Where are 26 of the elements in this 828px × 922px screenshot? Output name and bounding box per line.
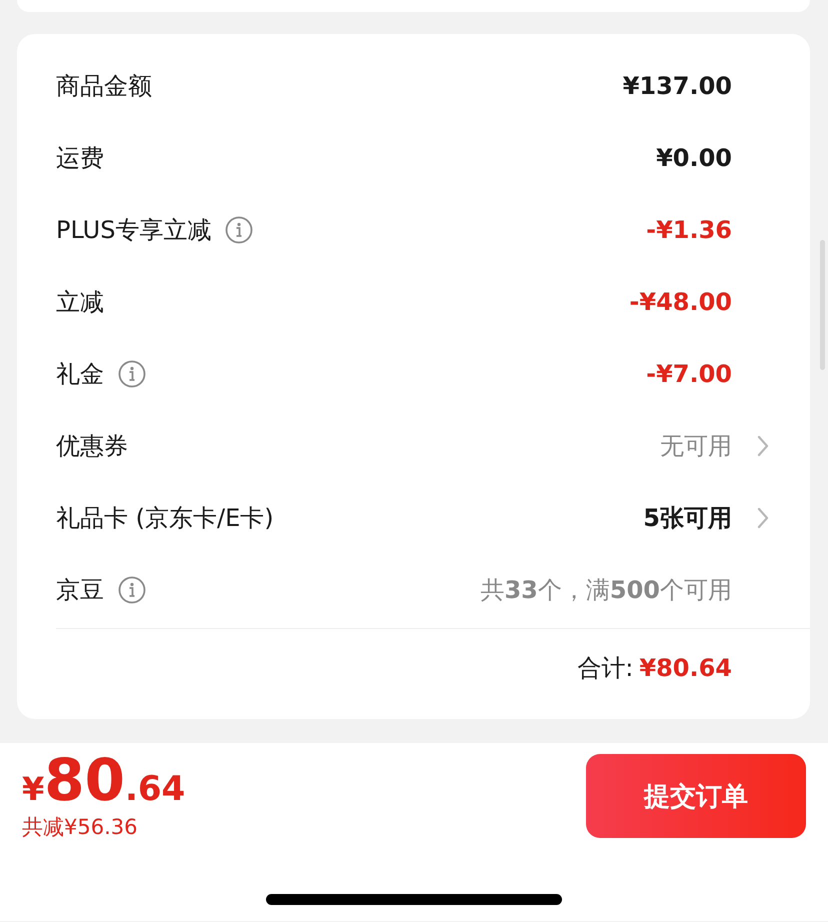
row-value: -¥48.00 <box>629 288 732 316</box>
row-label: 商品金额 <box>56 71 152 102</box>
info-icon[interactable] <box>118 576 146 604</box>
row-value: ¥137.00 <box>622 72 732 100</box>
row-value: -¥1.36 <box>646 216 732 244</box>
total-amount: ¥80.64 <box>639 654 732 682</box>
chevron-icon[interactable] <box>757 435 769 457</box>
total-label: 合计: <box>577 653 634 684</box>
row-label: 立减 <box>56 287 104 318</box>
row-value: -¥7.00 <box>646 360 732 388</box>
info-icon[interactable] <box>118 360 146 388</box>
row-label: 京豆 <box>56 575 104 606</box>
row-label: 礼品卡 (京东卡/E卡) <box>56 503 274 534</box>
savings-text: 共减¥56.36 <box>22 814 138 841</box>
row-value: ¥0.00 <box>656 144 732 172</box>
submit-order-button[interactable]: 提交订单 <box>586 754 806 838</box>
row-value: 5张可用 <box>643 503 732 534</box>
row-label: 运费 <box>56 143 104 174</box>
chevron-icon[interactable] <box>757 507 769 529</box>
info-icon[interactable] <box>225 216 254 244</box>
row-label: 礼金 <box>56 359 104 390</box>
row-value: 无可用 <box>660 431 732 462</box>
row-value: 共33个，满500个可用 <box>480 575 732 606</box>
row-label: PLUS专享立减 <box>56 215 212 246</box>
total-price: ¥80.64 <box>22 751 186 809</box>
row-label: 优惠券 <box>56 431 128 462</box>
